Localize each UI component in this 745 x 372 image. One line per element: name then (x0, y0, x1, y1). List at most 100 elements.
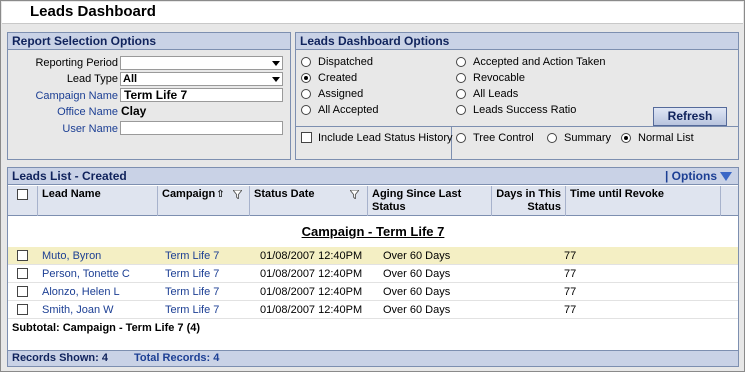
radio-created-label: Created (318, 72, 358, 84)
leads-list-title: Leads List - Created (12, 169, 127, 183)
column-campaign-label: Campaign (162, 188, 216, 200)
report-selection-header: Report Selection Options (8, 33, 290, 50)
column-status-date[interactable]: Status Date (250, 186, 368, 216)
radio-revocable[interactable] (456, 73, 466, 83)
campaign-link[interactable]: Term Life 7 (165, 250, 219, 262)
radio-leads-success-ratio-label: Leads Success Ratio (473, 104, 577, 116)
list-footer: Records Shown: 4 Total Records: 4 (8, 350, 738, 366)
column-time-until-revoke[interactable]: Time until Revoke (566, 186, 721, 216)
status-date-cell: 01/08/2007 12:40PM (260, 268, 363, 280)
include-history-label: Include Lead Status History (318, 132, 453, 144)
campaign-name-label[interactable]: Campaign Name (8, 90, 118, 102)
radio-normal-list[interactable] (621, 133, 631, 143)
options-menu[interactable]: | Options (665, 169, 732, 183)
user-name-field[interactable] (120, 121, 283, 135)
lead-name-link[interactable]: Smith, Joan W (42, 304, 114, 316)
select-all-checkbox[interactable] (17, 189, 28, 200)
radio-summary-label: Summary (564, 132, 612, 144)
table-row[interactable]: Muto, Byron Term Life 7 01/08/2007 12:40… (8, 247, 738, 265)
user-name-label[interactable]: User Name (8, 123, 118, 135)
radio-all-leads-label: All Leads (473, 88, 519, 100)
radio-accepted-action-taken-label: Accepted and Action Taken (473, 56, 606, 68)
refresh-button[interactable]: Refresh (653, 107, 727, 126)
aging-cell: Over 60 Days (383, 286, 451, 298)
revoke-cell: 77 (564, 250, 577, 262)
table-row[interactable]: Alonzo, Helen L Term Life 7 01/08/2007 1… (8, 283, 738, 301)
lead-name-link[interactable]: Alonzo, Helen L (42, 286, 120, 298)
aging-cell: Over 60 Days (383, 268, 451, 280)
radio-assigned[interactable] (301, 89, 311, 99)
reporting-period-select[interactable] (120, 56, 283, 70)
column-revoke-label: Time until Revoke (570, 188, 664, 200)
radio-accepted-action-taken[interactable] (456, 57, 466, 67)
row-checkbox[interactable] (17, 286, 28, 297)
title-bar: Leads Dashboard (2, 2, 743, 24)
table-header: Lead Name Campaign⇧ Status Date Aging Si… (8, 186, 738, 216)
options-divider (296, 126, 738, 127)
dashboard-window: Leads Dashboard Report Selection Options… (0, 0, 745, 372)
radio-dispatched[interactable] (301, 57, 311, 67)
records-shown: Records Shown: 4 (12, 352, 108, 364)
leads-list-panel: Leads List - Created | Options Lead Name… (7, 167, 739, 367)
lead-type-select[interactable]: All (120, 72, 283, 86)
lead-name-link[interactable]: Muto, Byron (42, 250, 101, 262)
radio-leads-success-ratio[interactable] (456, 105, 466, 115)
column-days-in-status[interactable]: Days in This Status (492, 186, 566, 216)
radio-all-accepted-label: All Accepted (318, 104, 379, 116)
lead-name-link[interactable]: Person, Tonette C (42, 268, 130, 280)
campaign-link[interactable]: Term Life 7 (165, 286, 219, 298)
group-title: Campaign - Term Life 7 (301, 224, 445, 239)
column-days-label: Days in This Status (496, 188, 561, 213)
options-label: | Options (664, 169, 717, 183)
office-name-value: Clay (121, 104, 147, 118)
subtotal-label: Subtotal: Campaign - Term Life 7 (4) (12, 322, 201, 334)
filter-icon[interactable] (350, 190, 359, 199)
total-records: Total Records: 4 (134, 352, 220, 364)
aging-cell: Over 60 Days (383, 250, 451, 262)
radio-created[interactable] (301, 73, 311, 83)
include-history-checkbox[interactable] (301, 132, 312, 143)
radio-tree-control-label: Tree Control (473, 132, 534, 144)
table-row[interactable]: Person, Tonette C Term Life 7 01/08/2007… (8, 265, 738, 283)
status-date-cell: 01/08/2007 12:40PM (260, 304, 363, 316)
dashboard-options-panel: Leads Dashboard Options Dispatched Creat… (295, 32, 739, 160)
filter-icon[interactable] (233, 190, 242, 199)
report-selection-panel: Report Selection Options Reporting Perio… (7, 32, 291, 160)
office-name-label[interactable]: Office Name (8, 106, 118, 118)
row-checkbox[interactable] (17, 268, 28, 279)
radio-all-leads[interactable] (456, 89, 466, 99)
table-row[interactable]: Smith, Joan W Term Life 7 01/08/2007 12:… (8, 301, 738, 319)
row-checkbox[interactable] (17, 304, 28, 315)
status-date-cell: 01/08/2007 12:40PM (260, 286, 363, 298)
select-all-column (8, 186, 38, 216)
radio-assigned-label: Assigned (318, 88, 364, 100)
leads-list-header: Leads List - Created | Options (8, 168, 738, 185)
chevron-down-icon (272, 77, 280, 82)
column-lead-name-label: Lead Name (42, 188, 101, 200)
column-lead-name[interactable]: Lead Name (38, 186, 158, 216)
campaign-link[interactable]: Term Life 7 (165, 304, 219, 316)
revoke-cell: 77 (564, 286, 577, 298)
column-aging[interactable]: Aging Since Last Status (368, 186, 492, 216)
radio-all-accepted[interactable] (301, 105, 311, 115)
row-checkbox[interactable] (17, 250, 28, 261)
column-campaign[interactable]: Campaign⇧ (158, 186, 250, 216)
status-date-cell: 01/08/2007 12:40PM (260, 250, 363, 262)
campaign-name-field[interactable]: Term Life 7 (120, 88, 283, 102)
campaign-link[interactable]: Term Life 7 (165, 268, 219, 280)
revoke-cell: 77 (564, 268, 577, 280)
column-aging-label: Aging Since Last Status (372, 188, 462, 213)
radio-summary[interactable] (547, 133, 557, 143)
radio-revocable-label: Revocable (473, 72, 525, 84)
radio-tree-control[interactable] (456, 133, 466, 143)
triangle-down-icon (720, 172, 732, 182)
page-title: Leads Dashboard (30, 3, 156, 20)
column-status-date-label: Status Date (254, 188, 315, 200)
radio-normal-list-label: Normal List (638, 132, 694, 144)
lead-type-label: Lead Type (66, 73, 118, 85)
lead-type-value: All (123, 73, 138, 85)
radio-dispatched-label: Dispatched (318, 56, 374, 68)
revoke-cell: 77 (564, 304, 577, 316)
sort-up-icon: ⇧ (216, 189, 225, 200)
chevron-down-icon (272, 61, 280, 66)
